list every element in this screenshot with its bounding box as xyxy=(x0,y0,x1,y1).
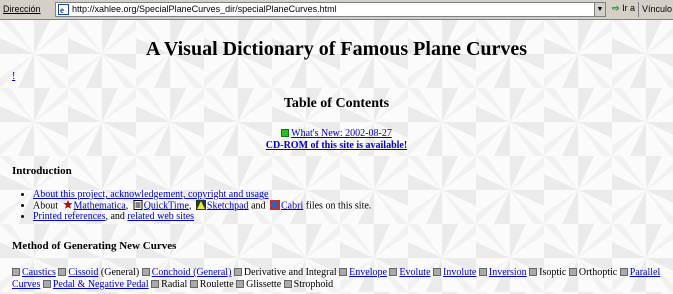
related-sites-link[interactable]: related web sites xyxy=(127,211,194,222)
list-item: About this project, acknowledgement, cop… xyxy=(33,189,371,200)
page-icon: e xyxy=(58,4,69,15)
svg-text:e: e xyxy=(60,5,64,15)
go-button[interactable]: ⇨ Ir a xyxy=(612,3,635,14)
links-toolbar-button[interactable]: Vínculo xyxy=(642,4,672,14)
toolbar-separator xyxy=(638,2,639,17)
printed-references-link[interactable]: Printed references xyxy=(33,211,105,222)
sketchpad-icon xyxy=(195,200,206,210)
and-text: , and xyxy=(105,211,125,222)
whats-new-line: What's New: 2002-08-27 xyxy=(0,128,673,139)
method-strophoid-text: Strophoid xyxy=(293,279,334,290)
address-input[interactable]: e http://xahlee.org/SpecialPlaneCurves_d… xyxy=(55,2,595,17)
introduction-heading: Introduction xyxy=(12,165,72,177)
bullet-square-icon xyxy=(339,268,348,277)
method-involute-link[interactable]: Involute xyxy=(443,267,476,278)
method-note: (General) xyxy=(98,267,140,278)
files-text: files on this site. xyxy=(305,200,372,212)
method-glissette-text: Glissette xyxy=(246,279,282,290)
bullet-square-icon xyxy=(12,268,20,277)
sketchpad-link[interactable]: Sketchpad xyxy=(207,200,249,211)
toc-heading: Table of Contents xyxy=(283,96,390,111)
bullet-square-icon xyxy=(568,268,577,277)
method-envelope-link[interactable]: Envelope xyxy=(349,267,387,278)
method-isoptic-text: Isoptic xyxy=(539,267,567,278)
address-url: http://xahlee.org/SpecialPlaneCurves_dir… xyxy=(72,4,337,14)
bullet-square-icon xyxy=(58,268,67,277)
bang-link[interactable]: ! xyxy=(12,71,15,82)
method-radial-text: Radial xyxy=(161,279,188,290)
introduction-list: About this project, acknowledgement, cop… xyxy=(0,189,371,222)
bullet-square-icon xyxy=(529,268,538,277)
bullet-square-icon xyxy=(283,280,292,289)
list-item: About Mathematica, QuickTime, Sketchpad … xyxy=(33,200,371,211)
bullet-square-icon xyxy=(141,268,150,277)
list-item: Printed references, and related web site… xyxy=(33,211,371,222)
and-text: and xyxy=(251,200,266,212)
bullet-square-icon xyxy=(478,268,487,277)
address-label: Dirección xyxy=(3,4,41,14)
go-arrow-icon: ⇨ xyxy=(612,3,620,13)
bullet-square-icon xyxy=(389,268,398,277)
address-dropdown-button[interactable]: ▼ xyxy=(594,2,606,17)
chevron-down-icon: ▼ xyxy=(596,6,604,13)
method-pedal-negative-pedal-link[interactable]: Pedal & Negative Pedal xyxy=(53,279,149,290)
comma-text: , xyxy=(188,200,192,212)
method-orthoptic-text: Orthoptic xyxy=(578,267,618,278)
quicktime-link[interactable]: QuickTime xyxy=(144,200,189,211)
bullet-square-icon xyxy=(233,268,242,277)
about-text: About xyxy=(33,200,58,212)
go-label: Ir a xyxy=(622,3,636,13)
bullet-square-icon xyxy=(42,280,51,289)
cabri-link[interactable]: Cabri xyxy=(281,200,303,211)
methods-list: Caustics Cissoid (General) Conchoid (Gen… xyxy=(12,267,672,291)
method-conchoid-general-link[interactable]: Conchoid (General) xyxy=(152,267,232,278)
address-toolbar: Dirección e http://xahlee.org/SpecialPla… xyxy=(0,0,673,20)
cdrom-line: CD-ROM of this site is available! xyxy=(0,140,673,151)
mathematica-icon xyxy=(63,200,72,209)
about-project-link[interactable]: About this project, acknowledgement, cop… xyxy=(33,189,269,200)
mathematica-link[interactable]: Mathematica xyxy=(74,200,126,211)
page-title: A Visual Dictionary of Famous Plane Curv… xyxy=(145,38,528,60)
new-square-icon xyxy=(281,129,290,138)
method-cissoid-link[interactable]: Cissoid xyxy=(68,267,98,278)
comma-text: , xyxy=(125,200,129,212)
cabri-icon xyxy=(270,200,281,210)
page-viewport[interactable]: A Visual Dictionary of Famous Plane Curv… xyxy=(0,20,673,294)
cdrom-link[interactable]: CD-ROM of this site is available! xyxy=(266,140,407,151)
bullet-square-icon xyxy=(189,280,198,289)
method-evolute-link[interactable]: Evolute xyxy=(399,267,430,278)
quicktime-icon xyxy=(133,200,143,210)
whats-new-link[interactable]: What's New: 2002-08-27 xyxy=(291,128,392,139)
page-content: A Visual Dictionary of Famous Plane Curv… xyxy=(0,20,673,294)
bullet-square-icon xyxy=(151,280,160,289)
method-roulette-text: Roulette xyxy=(199,279,234,290)
bullet-square-icon xyxy=(619,268,628,277)
method-inversion-link[interactable]: Inversion xyxy=(489,267,527,278)
methods-heading: Method of Generating New Curves xyxy=(12,240,177,252)
bullet-square-icon xyxy=(433,268,442,277)
method-derivative-and-integral-text: Derivative and Integral xyxy=(243,267,337,278)
bullet-square-icon xyxy=(236,280,245,289)
method-caustics-link[interactable]: Caustics xyxy=(22,267,56,278)
